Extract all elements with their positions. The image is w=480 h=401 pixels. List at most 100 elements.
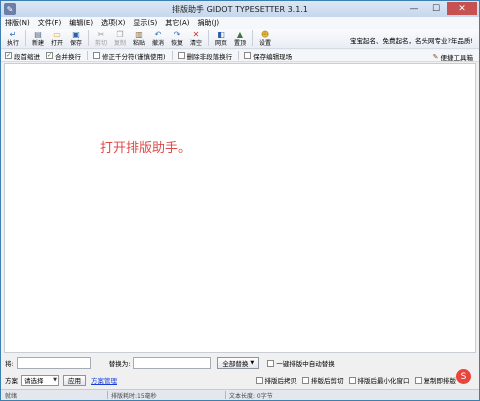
option-cut-after[interactable]: 排版后剪切 <box>302 375 344 385</box>
option-merge-lines[interactable]: ✓ 合并换行 <box>46 51 81 61</box>
watermark-logo-icon: S <box>456 369 471 384</box>
toolbar-label: 新建 <box>31 40 44 47</box>
redo-icon: ↷ <box>173 30 181 39</box>
maximize-icon[interactable]: ☐ <box>425 2 447 15</box>
options-bar: ✓ 段首缩进 ✓ 合并换行 修正千分符(谨慎使用) 删除非段落换行 保存编辑现场 <box>1 50 479 62</box>
status-length: 文本长度: 0字节 <box>229 393 273 400</box>
undo-button[interactable]: ↶ 撤消 <box>149 30 167 48</box>
webpage-icon: ◧ <box>217 30 225 39</box>
execute-button[interactable]: ↵ 执行 <box>4 30 22 48</box>
toolbar-label: 复制 <box>113 40 126 47</box>
paste-button[interactable]: ▥ 粘贴 <box>130 30 148 48</box>
cut-button[interactable]: ✂ 剪切 <box>92 30 110 48</box>
plan-manage-link[interactable]: 方案管理 <box>91 375 117 385</box>
close-icon[interactable]: ✕ <box>447 2 477 15</box>
window-controls: — ☐ ✕ <box>403 2 477 15</box>
toolbar-label: 网页 <box>214 40 227 47</box>
copy-button[interactable]: ❐ 复制 <box>111 30 129 48</box>
toolbar-divider <box>25 30 26 46</box>
option-label: 保存编辑现场 <box>253 52 293 61</box>
apply-button[interactable]: 应用 <box>63 374 86 386</box>
checkbox-unchecked[interactable] <box>348 376 356 384</box>
menu-options[interactable]: 选项(X) <box>101 18 125 28</box>
replace-all-button[interactable]: 全部替换 ▼ <box>217 357 260 369</box>
checkbox-unchecked[interactable] <box>93 52 100 59</box>
option-copy-typeset[interactable]: 复制即排版 <box>414 375 456 385</box>
chevron-down-icon: ▼ <box>250 360 255 366</box>
option-copy-after[interactable]: 排版后拷贝 <box>255 375 298 385</box>
status-state: 就绪 <box>5 393 18 400</box>
toolbar-label: 置顶 <box>233 40 246 47</box>
toolbox-label: 便捷工具箱 <box>440 54 474 62</box>
undo-icon: ↶ <box>154 30 162 39</box>
new-button[interactable]: ▤ 新建 <box>29 30 47 48</box>
open-button[interactable]: ▭ 打开 <box>48 30 66 48</box>
chevron-down-icon: ▼ <box>53 377 57 383</box>
app-window: ✎ 排版助手 GIDOT TYPESETTER 3.1.1 — ☐ ✕ 排版(N… <box>0 0 480 401</box>
post-typeset-options: 排版后拷贝 排版后剪切 排版后最小化窗口 复制即排版 <box>255 375 462 385</box>
find-input[interactable] <box>16 357 91 369</box>
toolbar-label: 保存 <box>69 40 82 47</box>
toolbar-label: 清空 <box>189 40 202 47</box>
menu-edit[interactable]: 编辑(E) <box>69 18 93 28</box>
menu-file[interactable]: 文件(F) <box>38 18 62 28</box>
toolbar-label: 剪切 <box>94 40 107 47</box>
checkbox-unchecked[interactable] <box>414 376 422 384</box>
option-divider <box>238 51 240 60</box>
redo-button[interactable]: ↷ 恢复 <box>168 30 186 48</box>
execute-icon: ↵ <box>9 30 17 39</box>
find-label: 将: <box>5 360 14 368</box>
toolbox-button[interactable]: ✎ 便捷工具箱 <box>433 52 473 62</box>
checkbox-unchecked[interactable] <box>267 359 275 367</box>
option-label: 排版后拷贝 <box>264 377 298 385</box>
ad-link-text[interactable]: 宝宝起名、免费起名，名头网专业?年品质! <box>350 35 473 45</box>
open-folder-icon: ▭ <box>53 30 61 39</box>
save-button[interactable]: ▣ 保存 <box>67 30 85 48</box>
clear-button[interactable]: ✕ 清空 <box>187 30 205 48</box>
typesetter-app-icon[interactable]: ✎ <box>4 3 16 15</box>
replace-all-label: 全部替换 <box>222 360 249 368</box>
status-divider <box>107 391 108 399</box>
text-editor[interactable]: 打开排版助手。 <box>4 63 476 353</box>
toolbar-divider <box>208 30 209 46</box>
option-auto-replace[interactable]: 一键排版中自动替换 <box>267 358 335 368</box>
menu-display[interactable]: 显示(S) <box>133 18 157 28</box>
cut-icon: ✂ <box>97 30 105 39</box>
copy-icon: ❐ <box>116 30 124 39</box>
option-fix-thousands[interactable]: 修正千分符(谨慎使用) <box>93 51 166 61</box>
new-file-icon: ▤ <box>34 30 42 39</box>
option-label: 合并换行 <box>55 52 81 61</box>
menu-donate[interactable]: 捐助(J) <box>198 18 220 28</box>
checkbox-unchecked[interactable] <box>177 52 185 59</box>
minimize-icon[interactable]: — <box>403 2 425 15</box>
checkbox-checked[interactable]: ✓ <box>46 52 53 59</box>
option-divider <box>87 51 88 60</box>
webpage-button[interactable]: ◧ 网页 <box>212 30 230 48</box>
plan-select[interactable]: 请选择 ▼ <box>21 374 59 386</box>
option-minimize-after[interactable]: 排版后最小化窗口 <box>348 375 410 385</box>
status-divider <box>225 391 226 399</box>
save-icon: ▣ <box>72 30 80 39</box>
settings-button[interactable]: ☻ 设置 <box>256 30 274 48</box>
option-label: 段首缩进 <box>14 52 40 61</box>
option-save-session[interactable]: 保存编辑现场 <box>244 51 292 61</box>
plan-selected: 请选择 <box>24 377 44 385</box>
menu-other[interactable]: 其它(A) <box>165 18 189 28</box>
title-bar[interactable]: ✎ 排版助手 GIDOT TYPESETTER 3.1.1 — ☐ ✕ <box>1 1 479 17</box>
pin-top-button[interactable]: ▲ 置顶 <box>231 30 249 48</box>
checkbox-unchecked[interactable] <box>302 376 309 384</box>
plan-label: 方案 <box>5 377 18 385</box>
option-delete-breaks[interactable]: 删除非段落换行 <box>177 51 232 61</box>
checkbox-checked[interactable]: ✓ <box>5 52 12 59</box>
checkbox-unchecked[interactable] <box>244 52 252 59</box>
menu-typeset[interactable]: 排版(N) <box>5 18 30 28</box>
apply-label: 应用 <box>68 377 81 385</box>
paste-icon: ▥ <box>135 30 143 39</box>
checkbox-unchecked[interactable] <box>255 376 263 384</box>
toolbar-label: 撤消 <box>151 40 164 47</box>
replace-input[interactable] <box>133 357 212 369</box>
option-label: 排版后最小化窗口 <box>357 377 410 385</box>
option-indent[interactable]: ✓ 段首缩进 <box>5 51 40 61</box>
clear-icon: ✕ <box>192 30 200 39</box>
toolbar-label: 执行 <box>6 40 19 47</box>
